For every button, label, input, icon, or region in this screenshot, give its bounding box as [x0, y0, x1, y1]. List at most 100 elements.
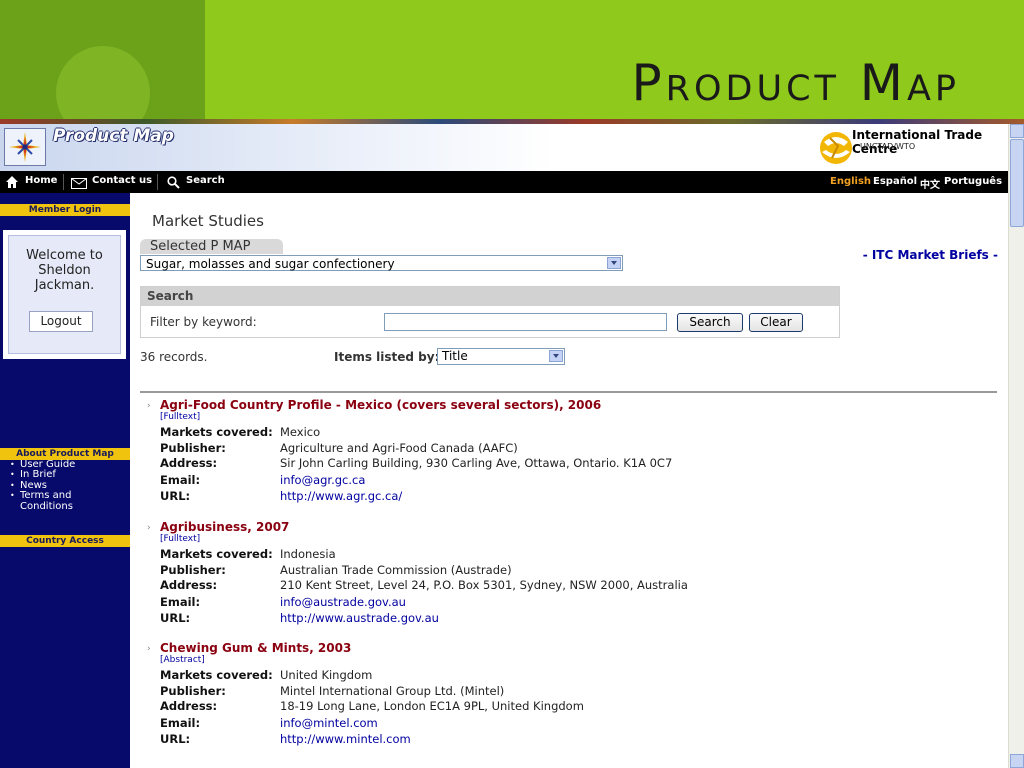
search-panel: Search Filter by keyword: Search Clear [140, 286, 840, 338]
product-select-value: Sugar, molasses and sugar confectionery [146, 257, 395, 271]
welcome-panel: Welcome to Sheldon Jackman. Logout [8, 235, 121, 354]
bullet-icon: • [10, 491, 15, 501]
abstract-link[interactable]: [Abstract] [160, 655, 205, 665]
chevron-down-icon[interactable] [607, 257, 621, 269]
contact-link[interactable]: Contact us [92, 175, 152, 186]
welcome-box: Welcome to Sheldon Jackman. Logout [2, 229, 127, 360]
email-label: Email: [160, 595, 201, 609]
scroll-up-icon[interactable] [1010, 124, 1024, 138]
bullet-icon: • [10, 470, 15, 480]
lang-spanish[interactable]: Español [873, 176, 917, 187]
address-label: Address: [160, 699, 218, 713]
address-value: 210 Kent Street, Level 24, P.O. Box 5301… [280, 578, 688, 592]
divider [140, 391, 997, 393]
publisher-label: Publisher: [160, 441, 226, 455]
publisher-value: Australian Trade Commission (Austrade) [280, 563, 512, 577]
about-item-label[interactable]: In Brief [20, 469, 56, 480]
scrollbar-thumb[interactable] [1010, 139, 1024, 227]
welcome-text: Welcome to Sheldon Jackman. [26, 248, 103, 293]
itc-subtitle: UNCTAD/WTO [860, 142, 916, 151]
record-title[interactable]: Chewing Gum & Mints, 2003 [160, 641, 351, 655]
record-title[interactable]: Agri-Food Country Profile - Mexico (cove… [160, 398, 601, 412]
slide-title: Product Map [631, 54, 960, 112]
fulltext-link[interactable]: [Fulltext] [160, 534, 200, 544]
chevron-right-icon: › [147, 523, 151, 533]
page-title: Market Studies [152, 212, 264, 230]
url-link[interactable]: http://www.austrade.gov.au [280, 611, 439, 625]
url-link[interactable]: http://www.mintel.com [280, 732, 411, 746]
email-label: Email: [160, 716, 201, 730]
markets-label: Markets covered: [160, 547, 273, 561]
tab-selected-pmap[interactable]: Selected P MAP [140, 239, 283, 254]
publisher-value: Agriculture and Agri-Food Canada (AAFC) [280, 441, 518, 455]
email-label: Email: [160, 473, 201, 487]
sort-select[interactable]: Title [437, 348, 565, 365]
publisher-value: Mintel International Group Ltd. (Mintel) [280, 684, 505, 698]
itc-market-briefs-link[interactable]: - ITC Market Briefs - [863, 248, 998, 262]
clear-button[interactable]: Clear [749, 313, 803, 332]
record-title[interactable]: Agribusiness, 2007 [160, 520, 289, 534]
markets-label: Markets covered: [160, 425, 273, 439]
bullet-icon: • [10, 460, 15, 469]
address-value: 18-19 Long Lane, London EC1A 9PL, United… [280, 699, 584, 713]
chevron-right-icon: › [147, 401, 151, 411]
lang-portuguese[interactable]: Português [944, 176, 1002, 187]
browser-window: Product Map International Trade Centre U… [0, 124, 1024, 768]
markets-value: United Kingdom [280, 668, 373, 682]
url-link[interactable]: http://www.agr.gc.ca/ [280, 489, 402, 503]
top-navbar: Home Contact us Search English Español 中… [0, 171, 1008, 193]
address-label: Address: [160, 578, 218, 592]
scrollbar[interactable] [1008, 124, 1024, 768]
member-login-header[interactable]: Member Login [0, 204, 130, 216]
keyword-input[interactable] [384, 313, 667, 331]
publisher-label: Publisher: [160, 563, 226, 577]
search-link[interactable]: Search [186, 175, 225, 186]
about-menu: • User Guide • In Brief • News • Terms and C… [8, 459, 90, 512]
logout-button[interactable]: Logout [29, 311, 93, 332]
country-access-header[interactable]: Country Access [0, 535, 130, 547]
compass-logo-icon[interactable] [4, 128, 46, 166]
decorative-square [0, 0, 205, 120]
slide-header: Product Map [0, 0, 1024, 120]
home-link[interactable]: Home [25, 175, 57, 186]
search-button[interactable]: Search [677, 313, 743, 332]
chevron-right-icon: › [147, 644, 151, 654]
address-label: Address: [160, 456, 218, 470]
fulltext-link[interactable]: [Fulltext] [160, 412, 200, 422]
record-count: 36 records. [140, 350, 208, 364]
address-value: Sir John Carling Building, 930 Carling A… [280, 456, 673, 470]
search-icon[interactable] [167, 176, 180, 189]
url-label: URL: [160, 489, 191, 503]
filter-label: Filter by keyword: [150, 315, 257, 329]
markets-value: Indonesia [280, 547, 336, 561]
search-heading: Search [141, 287, 839, 306]
items-listed-label: Items listed by: [334, 350, 440, 364]
product-select[interactable]: Sugar, molasses and sugar confectionery [140, 255, 623, 271]
about-item-label[interactable]: Terms and Conditions [20, 490, 73, 511]
bullet-icon: • [10, 480, 15, 490]
email-link[interactable]: info@austrade.gov.au [280, 595, 406, 609]
lang-english[interactable]: English [830, 176, 871, 187]
lang-chinese[interactable]: 中文 [920, 176, 940, 191]
url-label: URL: [160, 611, 191, 625]
email-link[interactable]: info@mintel.com [280, 716, 378, 730]
decorative-circle [56, 46, 150, 120]
scroll-down-icon[interactable] [1010, 754, 1024, 768]
markets-label: Markets covered: [160, 668, 273, 682]
itc-globe-icon[interactable] [818, 128, 854, 168]
about-item-terms[interactable]: • Terms and Conditions [8, 490, 90, 512]
nav-separator [157, 174, 158, 190]
email-link[interactable]: info@agr.gc.ca [280, 473, 365, 487]
main-content: Market Studies Selected P MAP Sugar, mol… [130, 193, 1008, 768]
markets-value: Mexico [280, 425, 321, 439]
nav-separator [63, 174, 64, 190]
publisher-label: Publisher: [160, 684, 226, 698]
envelope-icon[interactable] [71, 178, 87, 189]
site-title[interactable]: Product Map [53, 126, 174, 146]
about-item-label[interactable]: User Guide [20, 459, 75, 470]
chevron-down-icon[interactable] [549, 350, 563, 362]
home-icon[interactable] [5, 175, 19, 189]
about-item-label[interactable]: News [20, 480, 47, 491]
sort-select-value: Title [442, 349, 468, 363]
url-label: URL: [160, 732, 191, 746]
